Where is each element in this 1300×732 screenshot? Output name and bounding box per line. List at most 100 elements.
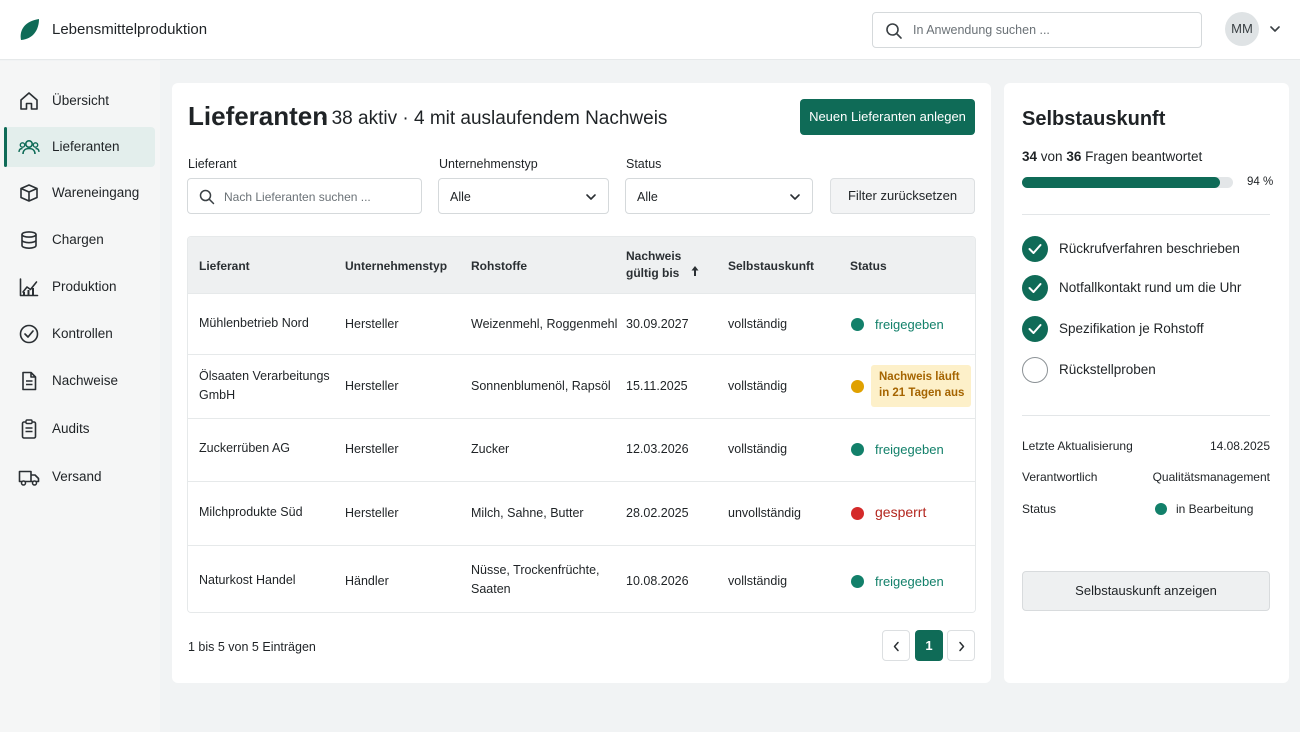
status-select[interactable]: Alle [625,178,813,214]
self-disclosure: vollständig [728,317,788,331]
status-badge: freigegeben [875,442,944,457]
supplier-name[interactable]: Zuckerrüben AG [199,439,290,458]
checklist-label: Notfallkontakt rund um die Uhr [1059,280,1242,295]
status-dot-in-progress [1155,503,1167,515]
valid-until: 15.11.2025 [626,379,688,393]
sidebar-item-label: Kontrollen [52,326,113,341]
sidebar-item-nachweise[interactable]: Nachweise [4,361,155,401]
show-self-disclosure-button[interactable]: Selbstauskunft anzeigen [1022,571,1270,611]
pagination-next-button[interactable] [947,630,975,661]
supplier-name-line2[interactable]: GmbH [199,386,235,405]
app-name: Lebensmittelproduktion [52,21,208,38]
clipboard-icon [21,419,37,439]
supplier-name-line1[interactable]: Ölsaaten Verarbeitungs [199,367,330,386]
column-header-rohstoffe[interactable]: Rohstoffe [471,258,527,275]
checklist-item: Rückstellproben [1022,357,1277,383]
status-dot-blocked [851,507,864,520]
company-type-select[interactable]: Alle [438,178,609,214]
valid-until: 28.02.2025 [626,506,689,520]
check-done-icon [1022,275,1048,301]
sidebar-item-label: Produktion [52,279,117,294]
column-header-selbstauskunft[interactable]: Selbstauskunft [728,258,814,275]
table-row[interactable]: Ölsaaten Verarbeitungs GmbH Hersteller S… [188,354,975,418]
sidebar-item-chargen[interactable]: Chargen [4,220,155,260]
database-icon [21,231,37,250]
supplier-search-placeholder: Nach Lieferanten suchen ... [224,190,371,204]
chart-icon [19,278,39,297]
chevron-down-icon[interactable] [1268,22,1282,36]
raw-materials: Zucker [471,442,510,456]
valid-until: 12.03.2026 [626,442,689,456]
users-icon [18,140,40,155]
supplier-name[interactable]: Mühlenbetrieb Nord [199,314,309,333]
pagination-prev-button[interactable] [882,630,910,661]
supplier-name[interactable]: Milchprodukte Süd [199,503,303,522]
table-row[interactable]: Zuckerrüben AG Hersteller Zucker 12.03.2… [188,418,975,481]
column-header-nachweis-line2: gültig bis [626,266,680,280]
supplier-search-input[interactable]: Nach Lieferanten suchen ... [187,178,422,214]
sort-ascending-icon[interactable] [690,265,700,277]
pagination-info: 1 bis 5 von 5 Einträgen [188,640,316,654]
checklist-item: Spezifikation je Rohstoff [1022,316,1277,342]
new-supplier-button[interactable]: Neuen Lieferanten anlegen [800,99,975,135]
reset-filters-button[interactable]: Filter zurücksetzen [830,178,975,214]
status-badge-warning: Nachweis läuft in 21 Tagen aus [871,365,971,407]
sidebar-item-audits[interactable]: Audits [4,409,155,449]
status-dot-ok [851,318,864,331]
column-header-nachweis[interactable]: Nachweis gültig bis [626,248,681,282]
table-header: Lieferant Unternehmenstyp Rohstoffe Nach… [188,237,975,293]
column-header-status[interactable]: Status [850,258,887,275]
status-badge: gesperrt [875,504,927,520]
sidebar-item-kontrollen[interactable]: Kontrollen [4,314,155,354]
answered-count: 34 [1022,149,1038,164]
column-header-nachweis-line1: Nachweis [626,249,682,263]
panel-status-value: in Bearbeitung [1176,502,1254,516]
page-summary: · 38 aktiv · 4 mit auslaufendem Nachweis [320,108,668,129]
company-type: Hersteller [345,506,399,520]
sidebar-item-label: Wareneingang [52,185,140,200]
company-type: Hersteller [345,317,399,331]
table-row[interactable]: Naturkost Handel Händler Nüsse, Trockenf… [188,545,975,612]
status-badge: freigegeben [875,574,944,589]
progress-bar [1022,177,1233,188]
status-value: Alle [637,190,658,204]
sidebar-item-produktion[interactable]: Produktion [4,267,155,307]
column-header-lieferant[interactable]: Lieferant [199,258,250,275]
table-row[interactable]: Mühlenbetrieb Nord Hersteller Weizenmehl… [188,293,975,354]
panel-status-label: Status [1022,502,1057,516]
raw-materials: Sonnenblumenöl, Rapsöl [471,379,611,393]
column-header-unternehmenstyp[interactable]: Unternehmenstyp [345,258,447,275]
sidebar-item-label: Audits [52,421,90,436]
company-type-label: Unternehmenstyp [439,157,538,171]
check-open-icon [1022,357,1048,383]
raw-materials: Milch, Sahne, Butter [471,506,584,520]
truck-icon [18,470,40,486]
supplier-filter-label: Lieferant [188,157,237,171]
supplier-name[interactable]: Naturkost Handel [199,571,296,590]
table-row[interactable]: Milchprodukte Süd Hersteller Milch, Sahn… [188,481,975,545]
chevron-left-icon [893,641,899,652]
home-icon [20,92,38,110]
suppliers-table: Lieferant Unternehmenstyp Rohstoffe Nach… [187,236,976,613]
progress-label: 34 von 36 Fragen beantwortet [1022,149,1202,164]
sidebar-item-wareneingang[interactable]: Wareneingang [4,173,155,213]
raw-materials-line2: Saaten [471,582,511,596]
pagination-page-current[interactable]: 1 [915,630,943,661]
responsible-value: Qualitätsmanagement [1152,470,1270,484]
sidebar-item-uebersicht[interactable]: Übersicht [4,81,155,121]
self-disclosure: vollständig [728,379,788,393]
sidebar-item-versand[interactable]: Versand [4,457,155,497]
status-badge-line2: in 21 Tagen aus [879,387,965,399]
sidebar-item-label: Nachweise [52,373,119,388]
self-disclosure: vollständig [728,442,788,456]
divider [1022,415,1270,416]
company-type: Hersteller [345,379,399,393]
global-search-input[interactable]: In Anwendung suchen ... [872,12,1202,48]
last-update-value: 14.08.2025 [1209,439,1270,453]
user-avatar[interactable]: MM [1225,12,1259,46]
search-placeholder: In Anwendung suchen ... [913,23,1050,37]
responsible-label: Verantwortlich [1022,470,1098,484]
checklist-item: Notfallkontakt rund um die Uhr [1022,275,1277,301]
sidebar-item-lieferanten[interactable]: Lieferanten [4,127,155,167]
progress-bar-fill [1022,177,1221,188]
